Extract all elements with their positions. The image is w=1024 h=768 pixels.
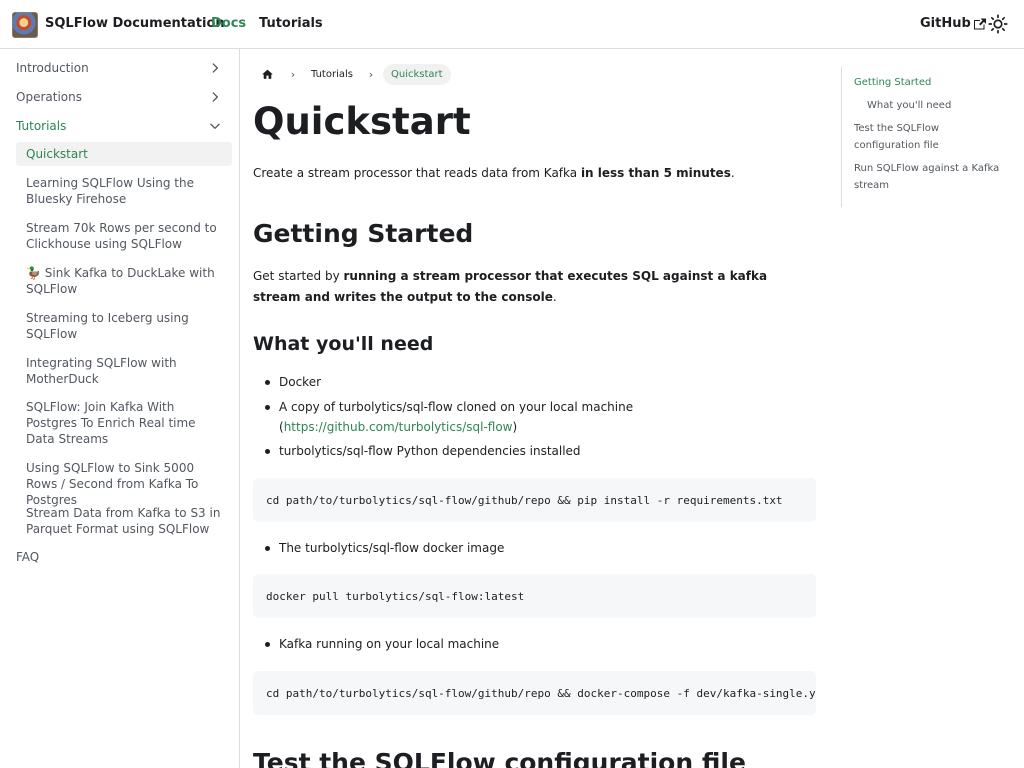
breadcrumb-tutorials[interactable]: Tutorials: [305, 69, 359, 80]
sidebar-category-label: Introduction: [16, 61, 89, 75]
chevron-right-icon: [212, 92, 218, 102]
sidebar-item-motherduck[interactable]: Integrating SQLFlow with MotherDuck: [16, 355, 232, 387]
sidebar-item-ducklake[interactable]: 🦆 Sink Kafka to DuckLake with SQLFlow: [16, 265, 232, 297]
sidebar-category-operations[interactable]: Operations: [16, 84, 232, 110]
heading-what-youll-need: What you'll need: [253, 333, 434, 355]
home-icon: [262, 69, 272, 79]
list-item: Docker: [263, 372, 823, 392]
nav-docs-link[interactable]: Docs: [211, 16, 246, 31]
theme-toggle-button[interactable]: [988, 14, 1008, 34]
sidebar-category-label: Tutorials: [16, 119, 67, 133]
sidebar-item-bluesky[interactable]: Learning SQLFlow Using the Bluesky Fireh…: [16, 175, 232, 207]
table-of-contents: Getting Started What you'll need Test th…: [841, 67, 1011, 207]
heading-getting-started: Getting Started: [253, 219, 474, 248]
docs-sidebar: Introduction Operations Tutorials Quicks…: [0, 49, 240, 768]
breadcrumb-separator: ›: [290, 67, 296, 81]
sidebar-category-label: Operations: [16, 90, 82, 104]
intro-suffix: .: [730, 166, 735, 180]
list-item: Kafka running on your local machine: [263, 634, 823, 654]
sidebar-category-introduction[interactable]: Introduction: [16, 55, 232, 81]
code-block-pip-install[interactable]: cd path/to/turbolytics/sql-flow/github/r…: [253, 478, 816, 522]
code-block-docker-pull[interactable]: docker pull turbolytics/sql-flow:latest: [253, 574, 816, 618]
breadcrumb-current: Quickstart: [382, 63, 451, 85]
external-link-icon: [973, 18, 986, 29]
getting-started-paragraph: Get started by running a stream processo…: [253, 266, 813, 308]
toc-item-what-youll-need[interactable]: What you'll need: [867, 97, 1004, 114]
sidebar-item-faq[interactable]: FAQ: [16, 550, 39, 564]
breadcrumb: › Tutorials › Quickstart: [253, 62, 451, 86]
sidebar-item-iceberg[interactable]: Streaming to Iceberg using SQLFlow: [16, 310, 232, 342]
getting-started-text: Get started by: [253, 269, 344, 283]
toc-item-getting-started[interactable]: Getting Started: [854, 74, 1004, 91]
nav-github-link[interactable]: GitHub: [920, 16, 986, 31]
github-label: GitHub: [920, 16, 971, 31]
breadcrumb-home[interactable]: [253, 62, 281, 86]
list-item: A copy of turbolytics/sql-flow cloned on…: [263, 397, 823, 437]
intro-text: Create a stream processor that reads dat…: [253, 166, 581, 180]
navbar: SQLFlow Documentation Docs Tutorials Git…: [0, 0, 1024, 49]
getting-started-suffix: .: [552, 290, 557, 304]
chevron-down-icon: [210, 123, 220, 129]
sidebar-category-tutorials[interactable]: Tutorials: [16, 113, 232, 139]
list-item: The turbolytics/sql-flow docker image: [263, 538, 823, 558]
nav-tutorials-link[interactable]: Tutorials: [259, 16, 323, 31]
site-brand[interactable]: SQLFlow Documentation: [45, 16, 225, 31]
sidebar-item-postgres-join[interactable]: SQLFlow: Join Kafka With Postgres To Enr…: [16, 399, 232, 447]
list-item: turbolytics/sql-flow Python dependencies…: [263, 441, 823, 461]
site-logo[interactable]: [12, 12, 38, 38]
sun-icon: [988, 14, 1008, 34]
sidebar-item-clickhouse[interactable]: Stream 70k Rows per second to Clickhouse…: [16, 220, 232, 252]
sidebar-item-s3-parquet[interactable]: Stream Data from Kafka to S3 in Parquet …: [16, 505, 232, 537]
list-item-text: A copy of turbolytics/sql-flow cloned on…: [279, 400, 634, 414]
repo-link-close: ): [512, 420, 518, 434]
breadcrumb-separator: ›: [368, 67, 374, 81]
heading-test-config: Test the SQLFlow configuration file: [253, 748, 746, 768]
page-title: Quickstart: [253, 100, 471, 143]
repo-link[interactable]: https://github.com/turbolytics/sql-flow: [284, 420, 513, 434]
intro-bold: in less than 5 minutes: [580, 166, 731, 180]
toc-item-test-config[interactable]: Test the SQLFlow configuration file: [854, 120, 1004, 154]
intro-paragraph: Create a stream processor that reads dat…: [253, 166, 735, 180]
code-block-docker-compose[interactable]: cd path/to/turbolytics/sql-flow/github/r…: [253, 671, 816, 715]
sidebar-item-postgres-sink[interactable]: Using SQLFlow to Sink 5000 Rows / Second…: [16, 460, 232, 508]
sidebar-item-quickstart[interactable]: Quickstart: [16, 142, 232, 166]
toc-item-run-sqlflow[interactable]: Run SQLFlow against a Kafka stream: [854, 160, 1004, 194]
chevron-right-icon: [212, 63, 218, 73]
